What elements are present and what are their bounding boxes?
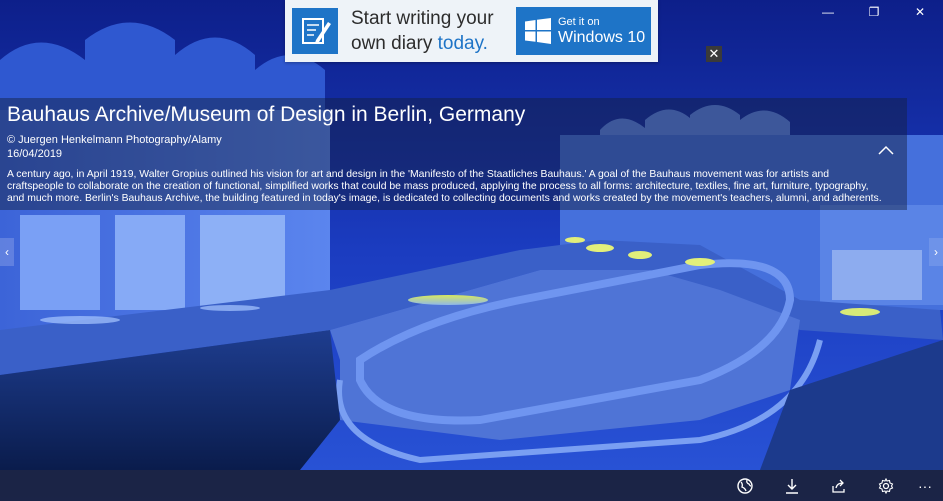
settings-icon [878, 478, 894, 494]
image-title: Bauhaus Archive/Museum of Design in Berl… [7, 103, 526, 126]
window-controls: — ❐ ✕ [805, 0, 943, 24]
chevron-up-icon [878, 145, 894, 155]
restore-button[interactable]: ❐ [851, 0, 897, 24]
ad-banner[interactable]: Start writing your own diary today. Get … [285, 0, 658, 62]
more-button[interactable]: ··· [905, 473, 943, 499]
image-description: A century ago, in April 1919, Walter Gro… [7, 169, 882, 205]
collapse-info-button[interactable] [872, 138, 900, 162]
store-badge-small-text: Get it on [558, 16, 600, 28]
ad-headline: Start writing your own diary today. [351, 6, 494, 56]
globe-icon [737, 478, 753, 494]
ad-close-button[interactable]: ✕ [706, 46, 722, 62]
image-info-panel: Bauhaus Archive/Museum of Design in Berl… [0, 98, 907, 210]
image-date: 16/04/2019 [7, 148, 63, 160]
share-button[interactable] [819, 473, 859, 499]
share-icon [832, 479, 845, 493]
next-image-button[interactable]: › [929, 238, 943, 266]
image-credit: © Juergen Henkelmann Photography/Alamy [7, 134, 222, 146]
more-icon: ··· [918, 478, 932, 494]
previous-image-button[interactable]: ‹ [0, 238, 14, 266]
ad-line2-text: own diary [351, 33, 438, 54]
store-badge-button[interactable]: Get it on Windows 10 [516, 7, 651, 55]
settings-button[interactable] [866, 473, 906, 499]
close-button[interactable]: ✕ [897, 0, 943, 24]
background-photo [0, 0, 943, 501]
bottom-toolbar: ··· [0, 470, 943, 501]
download-button[interactable] [772, 473, 812, 499]
ad-line2: own diary today. [351, 31, 494, 56]
store-badge-big-text: Windows 10 [558, 29, 646, 46]
diary-pen-icon [292, 8, 338, 54]
windows-logo-icon [525, 18, 551, 44]
globe-button[interactable] [725, 473, 765, 499]
ad-line2-accent: today. [437, 33, 488, 54]
download-icon [786, 479, 798, 494]
ad-line1: Start writing your [351, 8, 494, 29]
minimize-button[interactable]: — [805, 0, 851, 24]
